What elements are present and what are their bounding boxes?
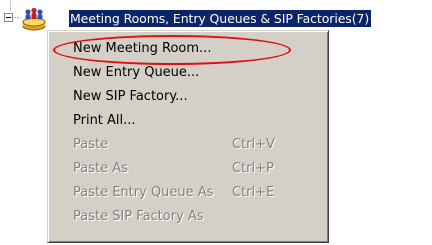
menu-item-new-meeting-room[interactable]: New Meeting Room...	[73, 39, 313, 59]
menu-item-label: Paste SIP Factory As	[73, 209, 204, 224]
menu-item-label: Print All...	[73, 113, 136, 128]
menu-item-label: New SIP Factory...	[73, 89, 188, 104]
menu-item-new-entry-queue[interactable]: New Entry Queue...	[73, 63, 313, 83]
tree-line	[13, 17, 20, 18]
menu-item-shortcut: Ctrl+P	[232, 161, 274, 176]
menu-item-new-sip-factory[interactable]: New SIP Factory...	[73, 87, 313, 107]
tree-node-meeting-rooms[interactable]: Meeting Rooms, Entry Queues & SIP Factor…	[69, 10, 372, 27]
menu-item-label: Paste As	[73, 161, 128, 176]
screen: Meeting Rooms, Entry Queues & SIP Factor…	[0, 0, 432, 245]
menu-item-paste-as[interactable]: Paste As Ctrl+P	[73, 159, 313, 179]
menu-item-shortcut: Ctrl+V	[232, 137, 275, 152]
people-group-icon[interactable]	[20, 6, 48, 32]
menu-item-label: New Meeting Room...	[73, 41, 212, 56]
menu-item-label: New Entry Queue...	[73, 65, 200, 80]
menu-item-shortcut: Ctrl+E	[232, 185, 275, 200]
menu-item-label: Paste Entry Queue As	[73, 185, 214, 200]
menu-item-label: Paste	[73, 137, 109, 152]
collapse-minus-icon[interactable]	[4, 13, 13, 22]
menu-item-print-all[interactable]: Print All...	[73, 111, 313, 131]
tree-line	[10, 0, 11, 12]
menu-item-paste-entry-queue-as[interactable]: Paste Entry Queue As Ctrl+E	[73, 183, 313, 203]
menu-item-paste-sip-factory-as[interactable]: Paste SIP Factory As	[73, 207, 313, 227]
context-menu: New Meeting Room... New Entry Queue... N…	[47, 30, 329, 243]
menu-item-paste[interactable]: Paste Ctrl+V	[73, 135, 313, 155]
